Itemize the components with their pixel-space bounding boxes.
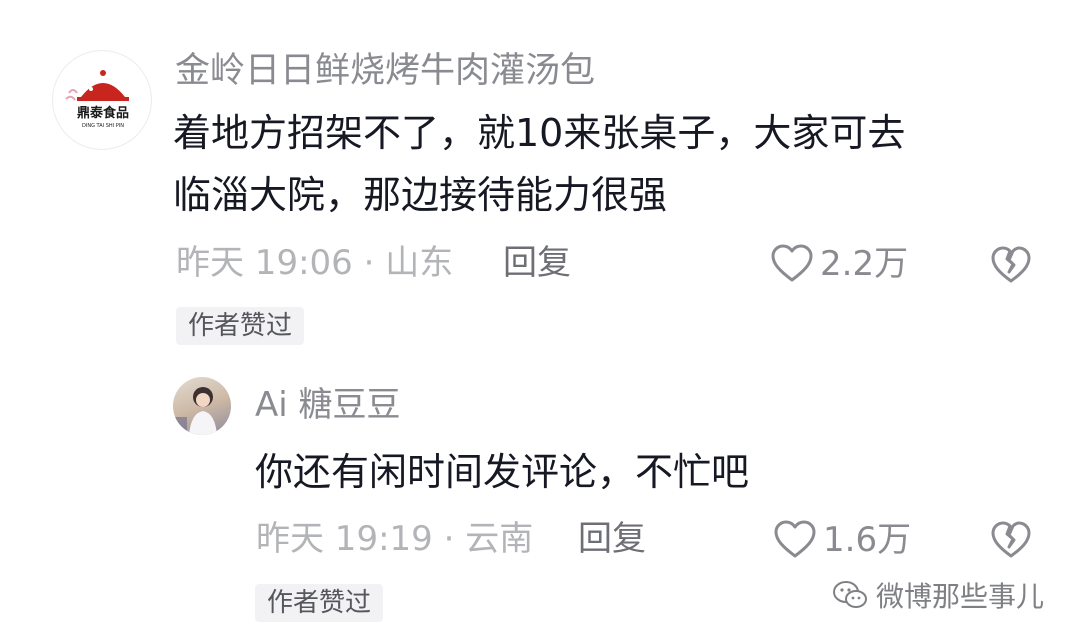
comment-text-line: 着地方招架不了，就10来张桌子，大家可去: [173, 111, 906, 155]
like-button[interactable]: 1.6万: [773, 520, 911, 560]
username[interactable]: Ai 糖豆豆: [255, 388, 401, 422]
comment-text-line: 临淄大院，那边接待能力很强: [173, 173, 668, 217]
broken-heart-icon: [991, 521, 1031, 558]
user-avatar-icon: [173, 387, 217, 435]
comment-meta: 昨天 19:06 · 山东: [176, 243, 454, 283]
username[interactable]: 金岭日日鲜烧烤牛肉灌汤包: [175, 54, 595, 89]
watermark: 微博那些事儿: [832, 575, 1044, 615]
comment-meta: 昨天 19:19 · 云南: [256, 519, 534, 559]
dislike-button[interactable]: [990, 245, 1032, 285]
author-liked-badge: 作者赞过: [176, 307, 305, 345]
watermark-text: 微博那些事儿: [875, 580, 1044, 613]
heart-icon: [774, 520, 816, 558]
like-count: 2.2万: [820, 244, 909, 284]
logo-subtext: DING TAI SHI PIN: [82, 123, 124, 129]
comment-text: 你还有闲时间发评论，不忙吧: [255, 450, 750, 494]
wechat-icon: [832, 581, 867, 608]
avatar[interactable]: [173, 377, 231, 435]
like-count: 1.6万: [823, 520, 912, 560]
broken-heart-icon: [991, 246, 1031, 283]
reply-button[interactable]: 回复: [503, 246, 571, 280]
heart-icon: [771, 244, 813, 282]
dislike-button[interactable]: [990, 520, 1032, 560]
reply-button[interactable]: 回复: [578, 522, 646, 556]
logo-text: 鼎泰食品: [77, 105, 129, 121]
restaurant-logo-icon: 鼎泰食品 DING TAI SHI PIN: [65, 70, 129, 129]
avatar[interactable]: 鼎泰食品 DING TAI SHI PIN: [52, 50, 152, 150]
like-button[interactable]: 2.2万: [770, 244, 908, 284]
author-liked-badge: 作者赞过: [255, 584, 384, 622]
